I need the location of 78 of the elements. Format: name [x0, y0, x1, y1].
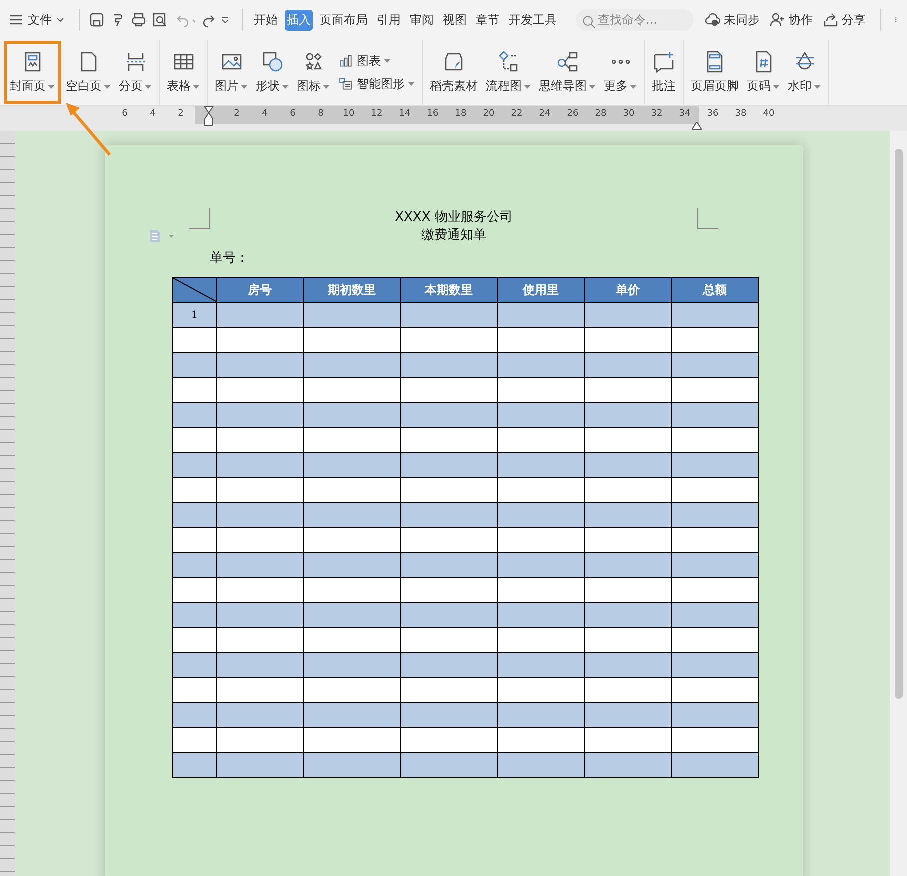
ribbon-tab[interactable]: 审阅 — [408, 10, 436, 30]
ribbon-button[interactable]: 形状 — [253, 42, 292, 103]
ruler-number: 36 — [706, 108, 720, 121]
ruler-number: 12 — [370, 108, 384, 121]
mind-map-icon — [556, 50, 580, 74]
ribbon-button[interactable]: 表格 — [164, 42, 203, 103]
ribbon-tab[interactable]: 章节 — [474, 10, 502, 30]
number-label: 单号： — [210, 250, 250, 267]
document-title: XXXX 物业服务公司 — [395, 209, 513, 227]
ruler-number: 24 — [538, 108, 552, 121]
ribbon-button[interactable]: 批注 — [649, 42, 679, 103]
column-header: 期初数里 — [304, 278, 401, 303]
column-header: 总额 — [672, 278, 759, 303]
ribbon-button[interactable]: 更多 — [601, 42, 640, 103]
ruler-number: 10 — [342, 108, 356, 121]
ribbon-button[interactable]: 智能图形 — [335, 76, 418, 92]
ribbon-button[interactable]: 页眉页脚 — [688, 42, 742, 103]
account-action[interactable]: 协作 — [770, 12, 813, 28]
file-menu[interactable]: 文件 — [6, 10, 70, 30]
ruler-number: 2 — [233, 108, 241, 121]
flowchart-icon — [496, 50, 520, 74]
ribbon-tab[interactable]: 开始 — [252, 10, 280, 30]
ribbon-tab[interactable]: 视图 — [441, 10, 469, 30]
account-action[interactable]: 未同步 — [705, 12, 760, 28]
ruler-number: 8 — [317, 108, 325, 121]
share-icon — [823, 12, 839, 28]
ruler-number: 38 — [734, 108, 748, 121]
crop-mark — [697, 208, 718, 229]
ribbon-button[interactable]: 图片 — [212, 42, 251, 103]
ruler-number: 16 — [426, 108, 440, 121]
ruler-number: 30 — [622, 108, 636, 121]
ruler-number: 4 — [261, 108, 269, 121]
ribbon-button[interactable]: 页码 — [744, 42, 783, 103]
column-header: 单价 — [585, 278, 672, 303]
ribbon-tab[interactable]: 页面布局 — [318, 10, 370, 30]
ruler-number: 22 — [510, 108, 524, 121]
document-subtitle: 缴费通知单 — [422, 227, 486, 245]
ribbon-button[interactable]: 图标 — [294, 42, 333, 103]
ruler-number: 26 — [566, 108, 580, 121]
ruler-number: 34 — [678, 108, 692, 121]
cloud-icon — [705, 12, 721, 28]
ruler-number: 28 — [594, 108, 608, 121]
smart-art-icon — [338, 76, 354, 92]
bar-chart-icon — [338, 53, 354, 69]
column-header: 使用里 — [498, 278, 585, 303]
ribbon-tab[interactable]: 引用 — [375, 10, 403, 30]
ruler-number: 6 — [289, 108, 297, 121]
ruler-number: 2 — [177, 108, 185, 121]
ribbon-tab[interactable]: 开发工具 — [507, 10, 559, 30]
search-icon — [582, 14, 596, 30]
ribbon-button[interactable]: 流程图 — [483, 42, 534, 103]
crop-mark — [189, 208, 210, 229]
print-icon — [131, 12, 147, 28]
save-icon — [89, 12, 105, 28]
account-action[interactable]: 分享 — [823, 12, 866, 28]
ribbon-button[interactable]: 分页 — [116, 42, 155, 103]
ruler-number: 32 — [650, 108, 664, 121]
ribbon-button[interactable]: 稻壳素材 — [427, 42, 481, 103]
ribbon-button[interactable]: 水印 — [785, 42, 824, 103]
ruler-number: 14 — [398, 108, 412, 121]
add-user-icon — [770, 12, 786, 28]
ribbon-button[interactable]: 思维导图 — [536, 42, 599, 103]
table-cell: 1 — [173, 303, 217, 328]
ruler-number: 20 — [482, 108, 496, 121]
comment-icon — [652, 50, 676, 74]
search-field[interactable]: 查找命令... — [576, 9, 694, 31]
ribbon-button[interactable]: 空白页 — [63, 42, 114, 103]
ribbon-button[interactable]: 封面页 — [7, 44, 58, 101]
column-header: 本期数里 — [401, 278, 498, 303]
shapes-icon — [260, 50, 284, 74]
ruler-number: 4 — [149, 108, 157, 121]
more-icon — [612, 60, 630, 64]
ruler-number: 18 — [454, 108, 468, 121]
print-preview-icon — [152, 12, 168, 28]
ruler-number: 40 — [762, 108, 776, 121]
column-header: 房号 — [217, 278, 304, 303]
ruler-number: 6 — [121, 108, 129, 121]
ribbon-button[interactable]: 图表 — [335, 52, 418, 70]
